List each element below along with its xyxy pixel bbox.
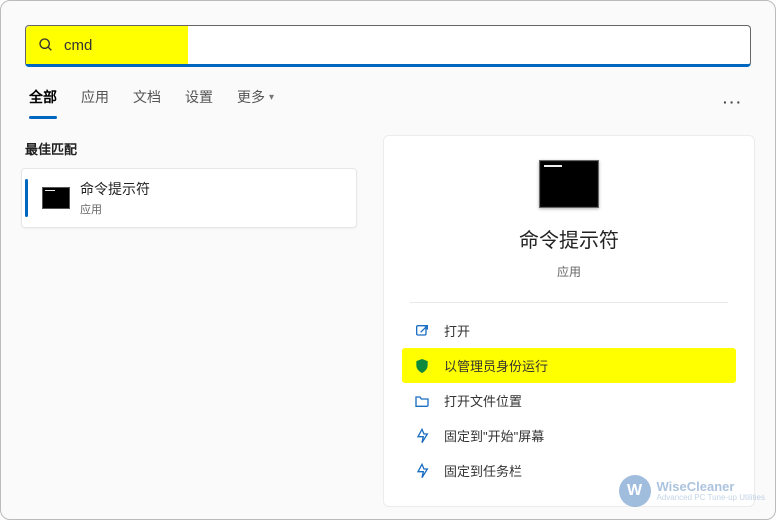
cmd-large-icon: [539, 160, 599, 208]
action-pin-start[interactable]: 固定到"开始"屏幕: [402, 418, 736, 453]
chevron-down-icon: ▾: [269, 92, 274, 103]
search-input-area[interactable]: cmd: [26, 26, 188, 64]
result-subtitle: 应用: [80, 201, 150, 217]
watermark-logo: W: [619, 475, 651, 507]
watermark: W WiseCleaner Advanced PC Tune-up Utilit…: [619, 475, 766, 507]
tab-all-label: 全部: [29, 87, 57, 107]
divider: [410, 302, 728, 303]
preview-subtitle: 应用: [557, 263, 581, 280]
tab-apps-label: 应用: [81, 87, 109, 107]
watermark-tagline: Advanced PC Tune-up Utilities: [657, 493, 766, 502]
tab-apps[interactable]: 应用: [81, 87, 109, 117]
result-cmd[interactable]: 命令提示符 应用: [21, 168, 357, 228]
search-tabs: 全部 应用 文档 设置 更多 ▾ ···: [1, 73, 775, 117]
result-title: 命令提示符: [80, 179, 150, 199]
tab-settings-label: 设置: [185, 87, 213, 107]
action-open-location-label: 打开文件位置: [444, 391, 522, 410]
search-bar[interactable]: cmd: [25, 25, 751, 67]
preview-panel: 命令提示符 应用 打开 以管理员身份运行 打开文件位置: [383, 135, 755, 507]
tab-documents-label: 文档: [133, 87, 161, 107]
shield-icon: [414, 358, 430, 374]
cmd-icon: [42, 187, 70, 209]
tab-more-label: 更多: [237, 87, 265, 107]
tab-more[interactable]: 更多 ▾: [237, 87, 274, 117]
action-run-as-admin-label: 以管理员身份运行: [444, 356, 548, 375]
watermark-brand: WiseCleaner: [657, 481, 766, 493]
pin-icon: [414, 428, 430, 444]
action-pin-start-label: 固定到"开始"屏幕: [444, 426, 544, 445]
folder-icon: [414, 393, 430, 409]
tab-settings[interactable]: 设置: [185, 87, 213, 117]
search-icon: [38, 37, 54, 53]
search-query: cmd: [64, 37, 92, 54]
tab-documents[interactable]: 文档: [133, 87, 161, 117]
best-match-heading: 最佳匹配: [25, 139, 353, 158]
action-pin-taskbar-label: 固定到任务栏: [444, 461, 522, 480]
overflow-menu-button[interactable]: ···: [723, 94, 751, 110]
preview-title: 命令提示符: [519, 224, 619, 253]
search-empty-area[interactable]: [188, 26, 750, 64]
action-open[interactable]: 打开: [402, 313, 736, 348]
pin-icon: [414, 463, 430, 479]
action-open-location[interactable]: 打开文件位置: [402, 383, 736, 418]
open-icon: [414, 323, 430, 339]
action-run-as-admin[interactable]: 以管理员身份运行: [402, 348, 736, 383]
tab-all[interactable]: 全部: [29, 87, 57, 117]
action-open-label: 打开: [444, 321, 470, 340]
